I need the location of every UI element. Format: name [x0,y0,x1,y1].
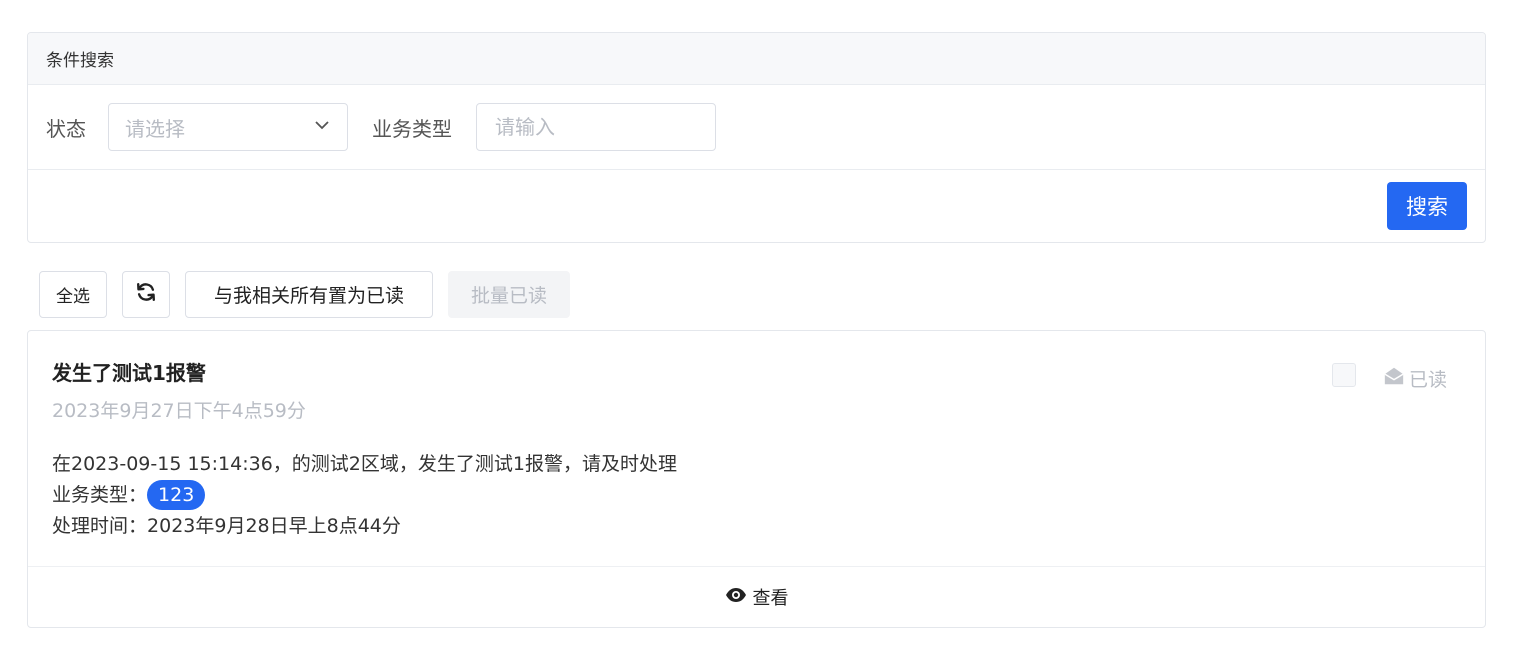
business-type-input[interactable] [476,103,716,151]
message-date: 2023年9月27日下午4点59分 [52,400,306,422]
read-status-label: 已读 [1408,369,1447,391]
search-panel: 条件搜索 状态 请选择 业务类型 搜索 [27,32,1486,243]
mark-all-read-button[interactable]: 与我相关所有置为已读 [185,271,433,318]
status-select[interactable]: 请选择 [108,103,348,151]
search-filter-row: 状态 请选择 业务类型 [28,85,1485,170]
handle-time-row: 处理时间：2023年9月28日早上8点44分 [52,511,1461,542]
business-type-badge: 123 [147,480,206,510]
status-select-placeholder: 请选择 [125,116,185,141]
handle-time-label: 处理时间： [52,515,148,537]
search-panel-header: 条件搜索 [28,33,1485,85]
eye-icon [725,587,747,608]
business-type-label: 业务类型 [372,116,452,141]
read-status: 已读 [1383,365,1447,392]
business-type-row: 业务类型： 123 [52,480,1461,511]
select-all-button[interactable]: 全选 [39,271,107,318]
message-title: 发生了测试1报警 [52,361,206,385]
message-card-body: 发生了测试1报警 2023年9月27日下午4点59分 在2023-09-15 1… [28,331,1485,567]
status-label: 状态 [46,116,86,141]
message-content: 在2023-09-15 15:14:36，的测试2区域，发生了测试1报警，请及时… [52,449,1461,542]
search-button[interactable]: 搜索 [1387,182,1467,230]
envelope-open-icon [1383,365,1405,392]
chevron-down-icon [313,115,331,139]
refresh-icon [135,281,157,308]
search-actions: 搜索 [28,170,1485,242]
batch-read-button[interactable]: 批量已读 [448,271,570,318]
refresh-button[interactable] [122,271,170,318]
view-button[interactable]: 查看 [28,567,1485,627]
message-checkbox[interactable] [1332,363,1356,387]
view-label: 查看 [752,588,789,609]
message-content-line: 在2023-09-15 15:14:36，的测试2区域，发生了测试1报警，请及时… [52,453,677,475]
business-type-row-label: 业务类型： [52,484,148,506]
message-card: 发生了测试1报警 2023年9月27日下午4点59分 在2023-09-15 1… [27,330,1486,628]
message-toolbar: 全选 与我相关所有置为已读 批量已读 [39,271,570,319]
handle-time-value: 2023年9月28日早上8点44分 [147,515,401,537]
